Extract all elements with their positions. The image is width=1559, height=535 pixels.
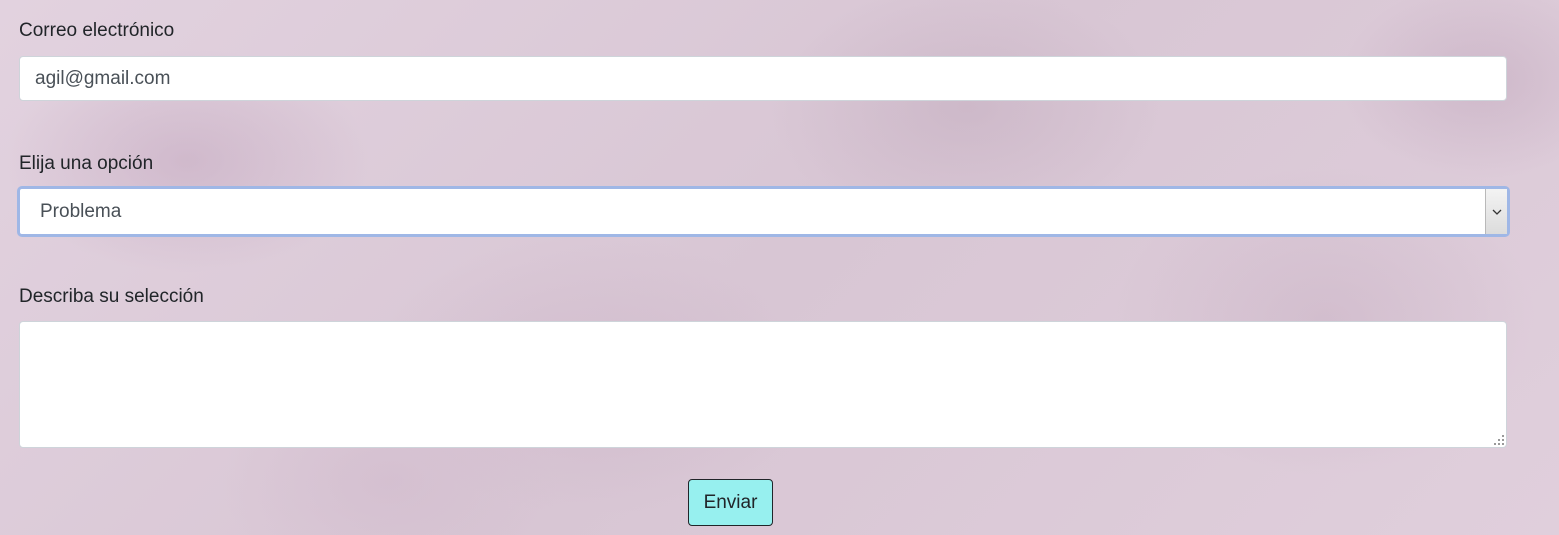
submit-button[interactable]: Enviar bbox=[688, 479, 773, 526]
description-textarea[interactable] bbox=[19, 321, 1507, 448]
option-label: Elija una opción bbox=[19, 153, 154, 174]
email-input[interactable]: agil@gmail.com bbox=[19, 56, 1507, 101]
option-select[interactable]: Problema bbox=[17, 186, 1510, 237]
option-select-value: Problema bbox=[40, 201, 122, 222]
description-label: Describa su selección bbox=[19, 286, 204, 307]
chevron-down-icon[interactable] bbox=[1485, 189, 1507, 234]
resize-handle-icon[interactable] bbox=[1494, 435, 1504, 445]
email-label: Correo electrónico bbox=[19, 20, 175, 41]
